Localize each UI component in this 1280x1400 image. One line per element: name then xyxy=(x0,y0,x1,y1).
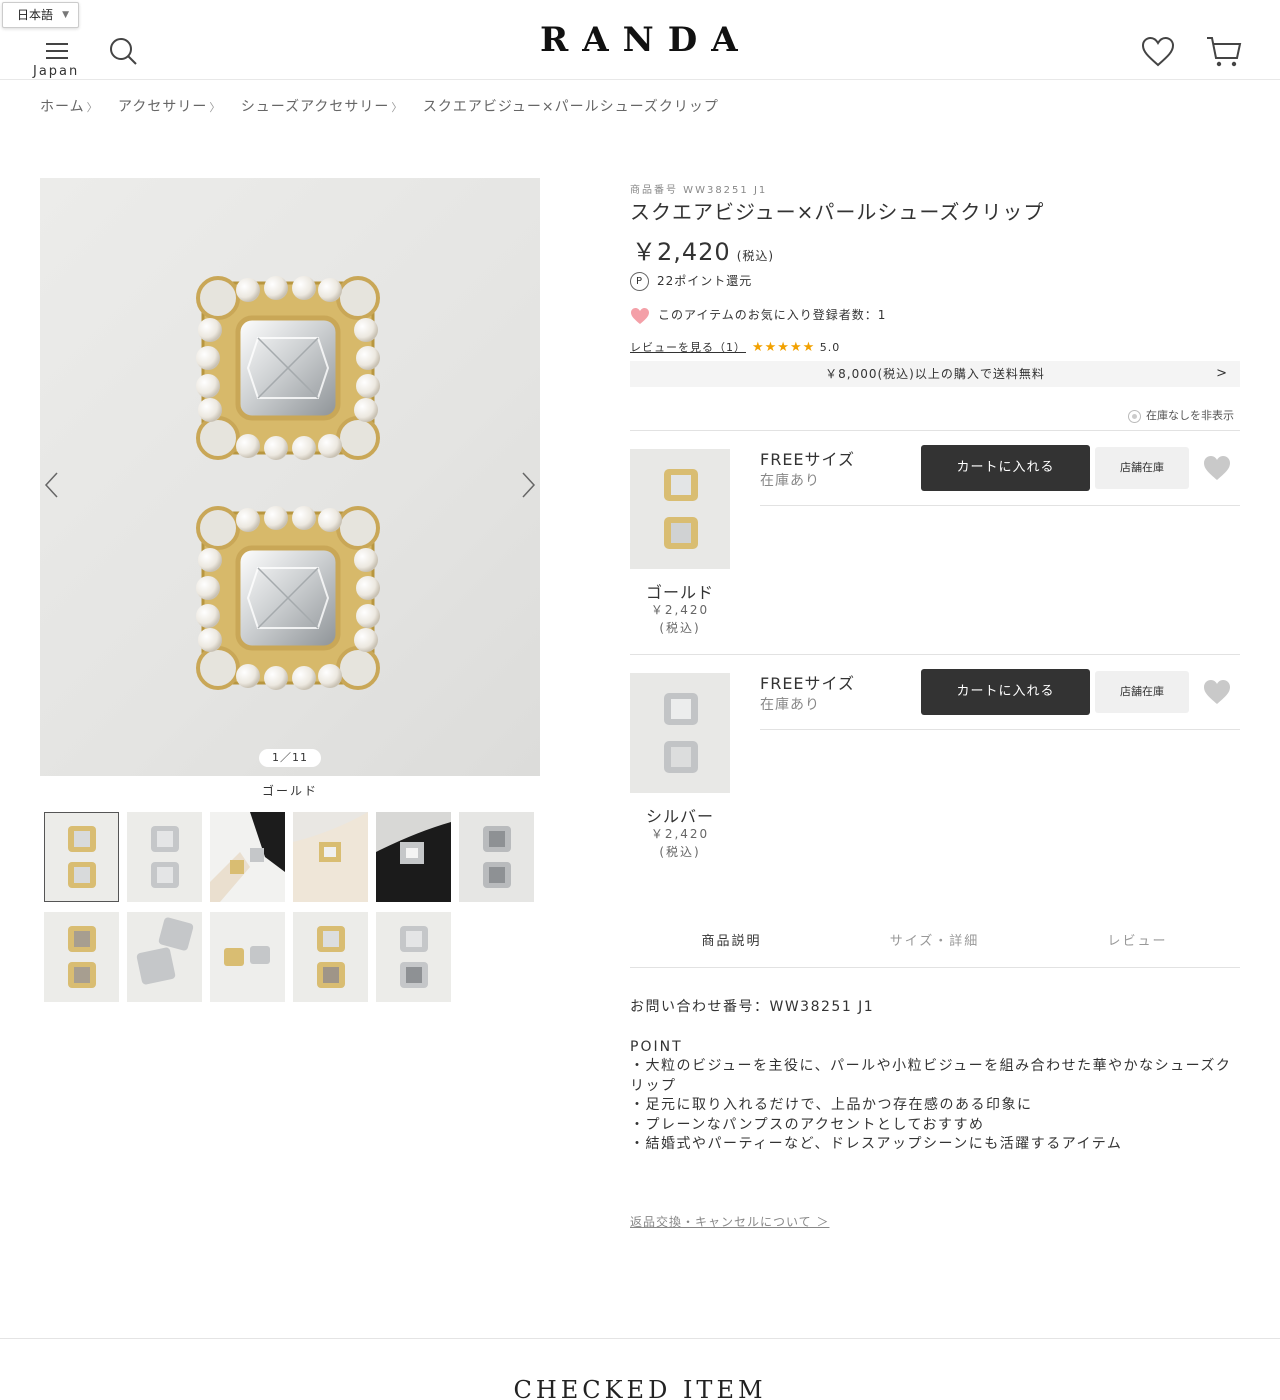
points-info: P 22ポイント還元 xyxy=(630,272,752,291)
gallery-color-caption: ゴールド xyxy=(261,784,318,798)
free-shipping-banner[interactable]: ￥8,000(税込)以上の購入で送料無料 > xyxy=(630,361,1240,387)
return-policy-link[interactable]: 返品交換・キャンセルについて ＞ xyxy=(630,1213,829,1230)
variant-price: ￥2,420 (税込) xyxy=(630,825,730,861)
language-select-value: 日本語 xyxy=(17,8,54,22)
variant-price-tax: (税込) xyxy=(659,845,701,859)
rating-stars-icon: ★★★★★ xyxy=(752,340,816,355)
hide-out-of-stock-toggle[interactable]: 在庫なしを非表示 xyxy=(1128,407,1234,423)
product-tabs: 商品説明 サイズ・詳細 レビュー xyxy=(630,930,1240,968)
product-sku: 商品番号 WW38251 J1 xyxy=(630,185,768,196)
checked-item-heading: CHECKED ITEM xyxy=(513,1376,767,1400)
product-price-value: ￥2,420 xyxy=(632,238,731,266)
breadcrumb-current: スクエアビジュー×パールシューズクリップ xyxy=(422,99,719,115)
variant-stock-label: 在庫あり xyxy=(760,697,820,713)
menu-icon[interactable] xyxy=(46,40,68,62)
thumbnail-10[interactable] xyxy=(293,912,368,1002)
gallery-prev-arrow-icon[interactable] xyxy=(42,470,62,500)
points-icon: P xyxy=(630,272,649,291)
product-title: スクエアビジュー×パールシューズクリップ xyxy=(630,200,1045,224)
product-main-image[interactable] xyxy=(40,178,540,776)
variant-price-value: ￥2,420 xyxy=(650,603,710,617)
variant-price-value: ￥2,420 xyxy=(650,827,710,841)
divider xyxy=(760,505,1240,506)
thumbnail-5[interactable] xyxy=(376,812,451,902)
breadcrumb: ホーム〉 アクセサリー〉 シューズアクセサリー〉 スクエアビジュー×パールシュー… xyxy=(40,96,719,116)
chevron-right-icon: > xyxy=(1216,366,1228,381)
favorite-heart-icon[interactable] xyxy=(1202,454,1232,482)
thumbnail-8[interactable] xyxy=(127,912,202,1002)
favorite-count-label: このアイテムのお気に入り登録者数：1 xyxy=(658,308,887,322)
chevron-down-icon: ▼ xyxy=(62,10,69,20)
divider xyxy=(760,729,1240,730)
points-label: 22ポイント還元 xyxy=(657,274,753,288)
search-icon[interactable] xyxy=(108,36,138,66)
tab-size-details[interactable]: サイズ・詳細 xyxy=(833,930,1036,949)
variant-size-label: FREEサイズ xyxy=(760,674,856,693)
breadcrumb-separator: 〉 xyxy=(209,101,222,114)
gallery-next-arrow-icon[interactable] xyxy=(518,470,538,500)
thumbnail-3[interactable] xyxy=(210,812,285,902)
favorites-heart-icon[interactable] xyxy=(1141,36,1175,68)
region-label[interactable]: Japan xyxy=(33,64,79,79)
thumbnail-9[interactable] xyxy=(210,912,285,1002)
divider xyxy=(630,430,1240,431)
thumbnail-7[interactable] xyxy=(44,912,119,1002)
store-stock-button[interactable]: 店舗在庫 xyxy=(1095,671,1189,713)
thumbnail-6[interactable] xyxy=(459,812,534,902)
add-to-cart-button[interactable]: カートに入れる xyxy=(921,445,1090,491)
thumbnail-1[interactable] xyxy=(44,812,119,902)
variant-price-tax: (税込) xyxy=(659,621,701,635)
site-logo[interactable]: RANDA xyxy=(540,20,740,60)
point-item: ・大粒のビジューを主役に、パールや小粒ビジューを組み合わせた華やかなシューズクリ… xyxy=(630,1058,1232,1094)
variant-stock-label: 在庫あり xyxy=(760,473,820,489)
divider xyxy=(0,1338,1280,1339)
variant-color-label: シルバー xyxy=(645,807,714,826)
language-select[interactable]: 日本語 ▼ xyxy=(2,2,79,28)
thumbnail-11[interactable] xyxy=(376,912,451,1002)
breadcrumb-home[interactable]: ホーム xyxy=(40,99,85,115)
site-header: 日本語 ▼ Japan RANDA xyxy=(0,0,1280,80)
variant-size-label: FREEサイズ xyxy=(760,450,856,469)
variant-image-silver[interactable] xyxy=(630,673,730,793)
free-shipping-label: ￥8,000(税込)以上の購入で送料無料 xyxy=(825,367,1045,381)
review-link[interactable]: レビューを見る（1） xyxy=(630,341,746,354)
product-description: お問い合わせ番号：WW38251 J1 POINT ・大粒のビジューを主役に、パ… xyxy=(630,998,1240,1155)
point-item: ・結婚式やパーティーなど、ドレスアップシーンにも活躍するアイテム xyxy=(630,1136,1123,1152)
tab-description[interactable]: 商品説明 xyxy=(630,930,833,949)
point-item: ・プレーンなパンプスのアクセントとしておすすめ xyxy=(630,1116,985,1133)
divider xyxy=(630,654,1240,655)
thumbnail-4[interactable] xyxy=(293,812,368,902)
product-price-tax: (税込) xyxy=(736,249,775,263)
inquiry-number: お問い合わせ番号：WW38251 J1 xyxy=(630,999,875,1015)
tab-reviews[interactable]: レビュー xyxy=(1036,930,1239,949)
point-heading: POINT xyxy=(630,1038,683,1055)
favorite-heart-icon[interactable] xyxy=(1202,678,1232,706)
store-stock-button[interactable]: 店舗在庫 xyxy=(1095,447,1189,489)
review-summary: レビューを見る（1） ★★★★★ 5.0 xyxy=(630,339,840,355)
variant-price: ￥2,420 (税込) xyxy=(630,601,730,637)
point-item: ・足元に取り入れるだけで、上品かつ存在感のある印象に xyxy=(630,1097,1033,1113)
breadcrumb-separator: 〉 xyxy=(86,101,99,114)
gallery-counter: 1／11 xyxy=(259,749,321,767)
cart-icon[interactable] xyxy=(1205,34,1243,70)
thumbnail-2[interactable] xyxy=(127,812,202,902)
pink-heart-icon xyxy=(631,307,649,324)
breadcrumb-accessories[interactable]: アクセサリー xyxy=(118,99,207,115)
variant-image-gold[interactable] xyxy=(630,449,730,569)
product-price: ￥2,420 (税込) xyxy=(632,232,774,267)
add-to-cart-button[interactable]: カートに入れる xyxy=(921,669,1090,715)
rating-value: 5.0 xyxy=(819,341,841,354)
breadcrumb-separator: 〉 xyxy=(391,101,404,114)
favorite-count: このアイテムのお気に入り登録者数：1 xyxy=(630,306,886,325)
radio-icon xyxy=(1128,409,1141,423)
breadcrumb-shoe-accessories[interactable]: シューズアクセサリー xyxy=(241,99,390,115)
variant-color-label: ゴールド xyxy=(645,583,714,602)
hide-out-of-stock-label: 在庫なしを非表示 xyxy=(1146,409,1234,422)
